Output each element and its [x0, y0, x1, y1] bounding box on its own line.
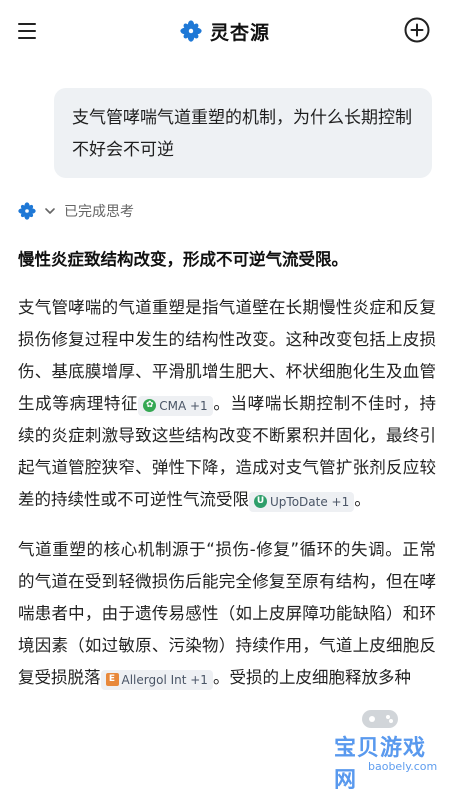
brand: 灵杏源	[180, 18, 270, 45]
hamburger-menu-icon[interactable]	[18, 17, 46, 45]
citation-chip-uptodate[interactable]: U UpToDate +1	[249, 491, 355, 512]
source-cma-icon: ✿	[143, 399, 157, 412]
citation-chip-allergol[interactable]: E Allergol Int +1	[100, 669, 213, 690]
answer-paragraph-2: 气道重塑的核心机制源于“损伤-修复”循环的失调。正常的气道在受到轻微损伤后能完全…	[18, 534, 436, 694]
flower-logo-icon	[18, 202, 36, 220]
chevron-down-icon[interactable]	[44, 205, 56, 217]
source-allergol-icon: E	[105, 673, 119, 686]
app-title: 灵杏源	[209, 21, 270, 44]
source-uptodate-icon: U	[254, 495, 267, 508]
answer-lead: 慢性炎症致结构改变，形成不可逆气流受限。	[18, 250, 348, 269]
watermark-subtext: baobely.com	[368, 760, 438, 773]
citation-label: UpToDate +1	[270, 494, 350, 509]
citation-chip-cma[interactable]: ✿ CMA +1	[138, 395, 213, 416]
app-screen: 灵杏源 支气管哮喘气道重塑的机制，为什么长期控制不好会不可逆 已完成思考 慢性炎…	[0, 0, 450, 800]
answer-text: 。	[354, 490, 371, 509]
watermark-text: 宝贝游戏网	[334, 736, 427, 793]
assistant-answer: 慢性炎症致结构改变，形成不可逆气流受限。 支气管哮喘的气道重塑是指气道壁在长期慢…	[18, 244, 436, 712]
answer-text: 气道重塑的核心机制源于“损伤-修复”循环的失调。正常的气道在受到轻微损伤后能完全…	[18, 540, 436, 687]
citation-label: Allergol Int +1	[121, 672, 208, 687]
citation-label: CMA +1	[159, 398, 208, 413]
user-message-text: 支气管哮喘气道重塑的机制，为什么长期控制不好会不可逆	[72, 108, 412, 160]
new-chat-plus-icon[interactable]	[402, 15, 432, 45]
answer-paragraph-1: 支气管哮喘的气道重塑是指气道壁在长期慢性炎症和反复损伤修复过程中发生的结构性改变…	[18, 292, 436, 516]
top-bar: 灵杏源	[0, 0, 450, 62]
answer-text: 。受损的上皮细胞释放多种	[212, 668, 411, 687]
flower-logo-icon	[180, 20, 202, 42]
thinking-toggle[interactable]: 已完成思考	[18, 200, 134, 222]
watermark-overlay: 宝贝游戏网 baobely.com	[330, 706, 448, 796]
user-message-bubble: 支气管哮喘气道重塑的机制，为什么长期控制不好会不可逆	[54, 88, 432, 178]
thinking-status: 已完成思考	[64, 204, 134, 220]
